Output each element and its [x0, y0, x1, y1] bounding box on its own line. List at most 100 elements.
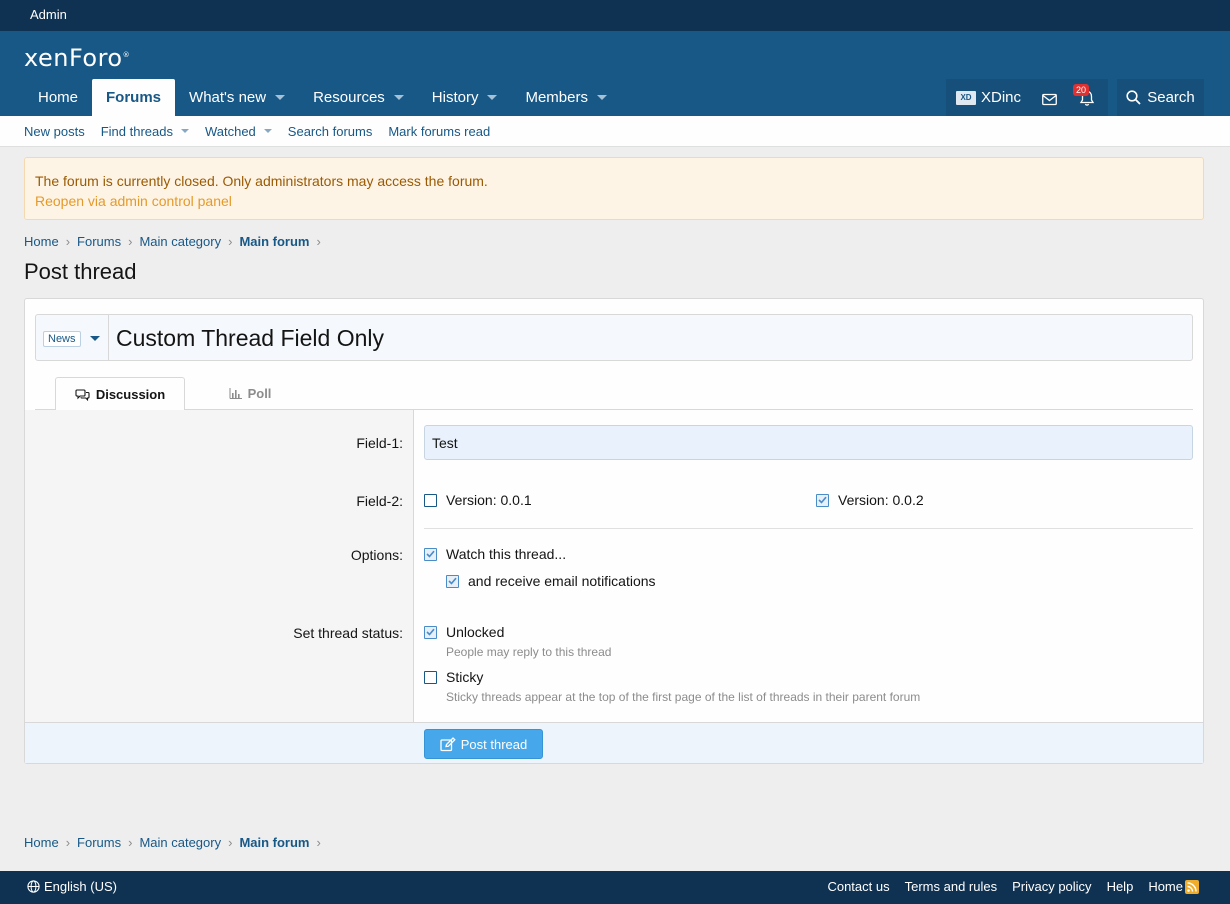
- chevron-right-icon: ›: [228, 234, 233, 249]
- chevron-right-icon: ›: [228, 835, 233, 850]
- footer-terms-link[interactable]: Terms and rules: [905, 879, 997, 894]
- subnav-label: New posts: [24, 123, 85, 139]
- language-label: English (US): [44, 879, 117, 894]
- nav-tab-label: What's new: [189, 89, 267, 106]
- nav-tab-members[interactable]: Members: [511, 79, 621, 116]
- check-icon: [426, 628, 435, 636]
- breadcrumb-home[interactable]: Home: [24, 234, 59, 249]
- subnav-label: Watched: [204, 123, 256, 139]
- tab-label: Poll: [247, 386, 272, 401]
- checkbox-label: Watch this thread...: [446, 546, 567, 562]
- edit-icon: [440, 736, 456, 751]
- subnav-find-threads[interactable]: Find threads: [101, 124, 189, 139]
- field2-option-2[interactable]: Version: 0.0.2: [816, 492, 924, 508]
- logo-text: xenForo: [24, 44, 123, 72]
- post-thread-button[interactable]: Post thread: [424, 729, 543, 759]
- subnav-search-forums[interactable]: Search forums: [288, 124, 373, 139]
- search-label: Search: [1147, 89, 1195, 106]
- post-thread-form: News Discussion Poll Field-1: Field-2: O…: [24, 298, 1204, 764]
- field1-input[interactable]: [424, 425, 1193, 460]
- check-icon: [448, 577, 457, 585]
- tab-poll[interactable]: Poll: [195, 377, 305, 410]
- tab-discussion[interactable]: Discussion: [55, 377, 185, 411]
- nav-tab-resources[interactable]: Resources: [299, 79, 418, 116]
- forum-closed-notice: The forum is currently closed. Only admi…: [24, 157, 1204, 220]
- form-submit-row: Post thread: [25, 722, 1203, 763]
- subnav-new-posts[interactable]: New posts: [24, 124, 85, 139]
- chevron-right-icon: ›: [128, 835, 133, 850]
- breadcrumb-forums[interactable]: Forums: [77, 234, 121, 249]
- page-title: Post thread: [24, 259, 137, 284]
- site-header: xenForo® Home Forums What's new Resource…: [0, 31, 1230, 116]
- options-label: Options:: [350, 547, 403, 563]
- site-logo[interactable]: xenForo®: [24, 44, 130, 72]
- checkbox-label: and receive email notifications: [468, 573, 656, 589]
- editor-tabs: Discussion Poll: [35, 377, 1193, 411]
- nav-tab-label: Forums: [106, 89, 162, 106]
- site-footer: English (US) Contact us Terms and rules …: [0, 871, 1230, 904]
- checkbox-checked[interactable]: [816, 493, 829, 507]
- checkbox-checked[interactable]: [424, 625, 437, 639]
- label-column: Field-1: Field-2: Options: Set thread st…: [25, 410, 414, 722]
- button-label: Post thread: [460, 736, 528, 752]
- breadcrumb-main-forum[interactable]: Main forum: [239, 835, 309, 850]
- chevron-down-icon[interactable]: [596, 95, 607, 100]
- thread-title-row: News: [35, 314, 1193, 361]
- chevron-down-icon[interactable]: [393, 95, 404, 100]
- breadcrumb-forums[interactable]: Forums: [77, 835, 121, 850]
- checkbox-checked[interactable]: [446, 574, 459, 588]
- footer-contact-link[interactable]: Contact us: [827, 879, 889, 894]
- breadcrumb-bottom: Home › Forums › Main category › Main forum ›: [24, 835, 328, 850]
- subnav-label: Mark forums read: [388, 123, 491, 139]
- avatar: XD: [956, 90, 976, 105]
- sticky-checkbox[interactable]: Sticky: [424, 669, 483, 685]
- breadcrumb-main-forum[interactable]: Main forum: [239, 234, 309, 249]
- chevron-down-icon[interactable]: [263, 129, 272, 133]
- chevron-right-icon: ›: [316, 835, 321, 850]
- search-button[interactable]: Search: [1117, 79, 1204, 116]
- unlocked-checkbox[interactable]: Unlocked: [424, 624, 504, 640]
- nav-tab-label: Home: [38, 89, 79, 106]
- subnav-mark-read[interactable]: Mark forums read: [388, 124, 490, 139]
- rss-icon[interactable]: [1185, 880, 1199, 894]
- footer-links: Contact us Terms and rules Privacy polic…: [812, 879, 1183, 894]
- chevron-down-icon[interactable]: [90, 336, 100, 341]
- subnav-watched[interactable]: Watched: [205, 124, 272, 139]
- form-body: Field-1: Field-2: Options: Set thread st…: [25, 410, 1203, 722]
- breadcrumb-home[interactable]: Home: [24, 835, 59, 850]
- nav-tab-forums[interactable]: Forums: [92, 79, 176, 116]
- field2-option-1[interactable]: Version: 0.0.1: [424, 492, 532, 508]
- main-nav: Home Forums What's new Resources History…: [24, 79, 621, 116]
- field2-label: Field-2:: [356, 493, 403, 509]
- thread-title-input[interactable]: [116, 323, 1176, 353]
- checkbox-checked[interactable]: [424, 547, 437, 561]
- breadcrumb-main-category[interactable]: Main category: [139, 835, 221, 850]
- envelope-icon[interactable]: [1042, 90, 1057, 106]
- language-chooser[interactable]: English (US): [27, 879, 117, 894]
- chevron-down-icon[interactable]: [180, 129, 189, 133]
- checkbox[interactable]: [424, 670, 437, 684]
- chevron-down-icon[interactable]: [487, 95, 498, 100]
- footer-help-link[interactable]: Help: [1107, 879, 1134, 894]
- nav-tab-history[interactable]: History: [418, 79, 512, 116]
- nav-tab-label: Members: [525, 89, 588, 106]
- username: XDinc: [981, 89, 1022, 106]
- watch-thread-checkbox[interactable]: Watch this thread...: [424, 546, 566, 562]
- breadcrumb: Home › Forums › Main category › Main forum ›: [24, 234, 328, 249]
- reopen-link[interactable]: Reopen via admin control panel: [35, 191, 1193, 211]
- subnav-label: Search forums: [287, 123, 373, 139]
- chevron-down-icon[interactable]: [275, 95, 286, 100]
- nav-tab-whats-new[interactable]: What's new: [175, 79, 299, 116]
- footer-privacy-link[interactable]: Privacy policy: [1012, 879, 1091, 894]
- checkbox-label: Unlocked: [446, 624, 505, 640]
- email-notify-checkbox[interactable]: and receive email notifications: [446, 573, 656, 589]
- footer-home-link[interactable]: Home: [1148, 879, 1183, 894]
- admin-link[interactable]: Admin: [30, 7, 67, 22]
- breadcrumb-main-category[interactable]: Main category: [139, 234, 221, 249]
- checkbox[interactable]: [424, 493, 437, 507]
- chart-bar-icon: [229, 388, 242, 399]
- account-link[interactable]: XD XDinc: [956, 89, 1021, 106]
- nav-tab-home[interactable]: Home: [24, 79, 92, 116]
- prefix-label[interactable]: News: [43, 331, 81, 347]
- globe-icon: [27, 880, 40, 893]
